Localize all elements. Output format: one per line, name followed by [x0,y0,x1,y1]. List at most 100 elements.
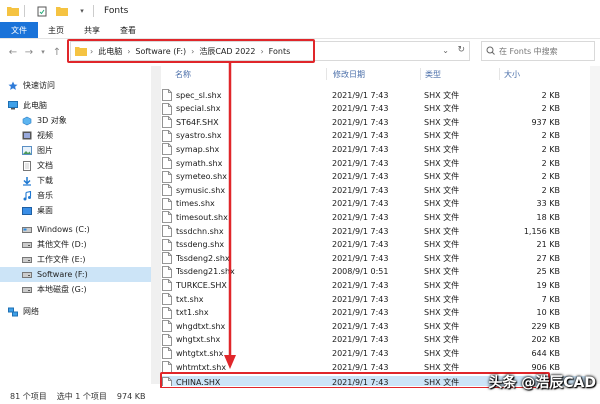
file-icon [162,376,172,386]
sidebar-item-music[interactable]: 音乐 [0,188,152,203]
cube-icon [22,116,32,126]
new-folder-icon[interactable] [55,4,69,18]
file-name: whtgtxt.shx [176,348,224,358]
file-icon [162,279,172,292]
file-name: whtmtxt.shx [176,362,227,372]
refresh-icon[interactable]: ↻ [457,45,465,55]
sidebar-item-network[interactable]: 网络 [0,304,152,319]
search-input[interactable]: 在 Fonts 中搜索 [481,41,595,61]
sidebar-item-label: 下载 [37,176,53,185]
file-icon [162,347,172,360]
sidebar-item-local-disk-g[interactable]: 本地磁盘 (G:) [0,282,152,297]
properties-icon[interactable] [35,4,49,18]
file-name: CHINA.SHX [176,378,221,386]
column-divider[interactable] [326,68,327,80]
column-header-name[interactable]: 名称 [175,66,191,82]
file-name: spec_sl.shx [176,90,222,100]
file-name: Tssdeng21.shx [176,267,235,277]
sidebar-item-downloads[interactable]: 下载 [0,173,152,188]
file-size: 644 KB [531,348,560,358]
column-header-size[interactable]: 大小 [504,66,520,82]
sidebar-item-label: 音乐 [37,191,53,200]
sidebar-item-desktop[interactable]: 桌面 [0,203,152,218]
file-icon [162,116,172,129]
tab-file[interactable]: 文件 [0,22,38,38]
file-date: 2008/9/1 0:51 [332,267,389,277]
breadcrumb-software-drive[interactable]: Software (F:) [132,47,189,56]
file-icon [162,170,172,183]
file-size: 2 KB [541,131,560,141]
title-separator [93,5,94,17]
column-divider[interactable] [420,68,421,80]
file-size: 2 KB [541,144,560,154]
file-name: whgtxt.shx [176,335,221,345]
file-date: 2021/9/1 7:43 [332,172,389,182]
address-bar[interactable]: › 此电脑 › Software (F:) › 浩辰CAD 2022 › Fon… [70,41,470,61]
sidebar-item-label: 图片 [37,146,53,155]
up-button[interactable]: ↑ [50,45,64,59]
tab-view[interactable]: 查看 [110,22,146,38]
file-size: 229 KB [531,321,560,331]
file-size: 2 KB [541,172,560,182]
breadcrumb-this-pc[interactable]: 此电脑 [95,46,125,57]
back-button[interactable]: ← [6,45,20,59]
drive-icon [22,255,32,265]
file-icon [162,293,172,305]
customize-toolbar-icon[interactable]: ▾ [75,4,89,18]
file-size: 25 KB [536,267,560,277]
ribbon-tabs: 文件 主页 共享 查看 [0,22,600,39]
column-divider[interactable] [499,68,500,80]
file-icon [162,102,172,115]
chevron-down-icon[interactable]: ⌄ [442,46,449,55]
sidebar-item-3d-objects[interactable]: 3D 对象 [0,113,152,128]
file-date: 2021/9/1 7:43 [332,185,389,195]
file-date: 2021/9/1 7:43 [332,144,389,154]
sidebar-item-windows-c[interactable]: Windows (C:) [0,222,152,237]
search-placeholder: 在 Fonts 中搜索 [499,46,558,56]
file-name: tssdeng.shx [176,240,225,250]
file-size: 21 KB [536,240,560,250]
file-date: 2021/9/1 7:43 [332,335,389,345]
sidebar-item-pictures[interactable]: 图片 [0,143,152,158]
recent-locations-button[interactable]: ▾ [36,45,50,59]
file-icon [162,225,172,237]
file-type: SHX 文件 [424,117,460,127]
column-header-type[interactable]: 类型 [425,66,441,82]
breadcrumb-gstarcad-folder[interactable]: 浩辰CAD 2022 [196,46,258,57]
file-icon [162,197,172,210]
file-name: timesout.shx [176,212,228,222]
file-type: SHX 文件 [424,267,460,277]
file-date: 2021/9/1 7:43 [332,378,389,386]
file-type: SHX 文件 [424,280,460,290]
tab-share[interactable]: 共享 [74,22,110,38]
sidebar-item-quick-access[interactable]: 快速访问 [0,78,152,93]
title-bar: ▾ Fonts [0,0,600,22]
sidebar-item-other-files-d[interactable]: 其他文件 (D:) [0,237,152,252]
navigation-pane: 快速访问 此电脑 3D 对象 视频 图片 文档 下载 音乐 桌面 Windows… [0,66,152,384]
document-icon [22,160,32,171]
sidebar-scrollbar[interactable] [151,66,161,384]
breadcrumb-fonts[interactable]: Fonts [266,47,294,56]
sidebar-item-software-f[interactable]: Software (F:) [0,267,152,282]
sidebar-item-documents[interactable]: 文档 [0,158,152,173]
sidebar-item-label: 其他文件 (D:) [37,240,87,249]
file-date: 2021/9/1 7:43 [332,226,389,236]
file-size: 1,156 KB [523,226,560,236]
file-type: SHX 文件 [424,240,460,250]
file-icon [162,306,172,319]
file-date: 2021/9/1 7:43 [332,212,389,222]
forward-button[interactable]: → [22,45,36,59]
sidebar-item-label: 工作文件 (E:) [37,255,86,264]
folder-icon [74,44,88,58]
column-header-date[interactable]: 修改日期 [333,66,365,82]
file-type: SHX 文件 [424,104,460,114]
sidebar-item-videos[interactable]: 视频 [0,128,152,143]
file-name: txt.shx [176,294,204,304]
network-icon [8,307,18,317]
sidebar-item-this-pc[interactable]: 此电脑 [0,98,152,113]
tab-home[interactable]: 主页 [38,22,74,38]
selection-count: 选中 1 个项目 [56,391,107,401]
file-list-scrollbar[interactable] [590,66,600,384]
sidebar-item-work-files-e[interactable]: 工作文件 (E:) [0,252,152,267]
file-size: 2 KB [541,90,560,100]
